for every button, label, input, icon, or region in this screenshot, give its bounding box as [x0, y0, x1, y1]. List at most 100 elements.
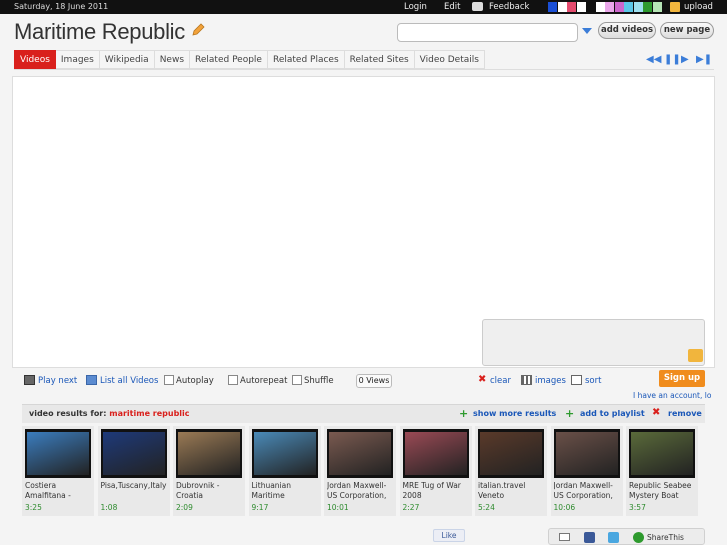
account-link[interactable]: I have an account, lo [633, 391, 727, 400]
images-icon[interactable] [521, 375, 532, 385]
color-swatch[interactable] [633, 2, 643, 12]
clear-icon[interactable]: ✖ [478, 374, 486, 385]
color-swatch[interactable] [557, 2, 567, 12]
upload-icon [670, 2, 680, 12]
tab-divider [14, 69, 714, 70]
feedback-icon [472, 2, 483, 11]
video-result[interactable]: Pisa,Tuscany,Italy 1:08 [97, 426, 170, 516]
sharethis-label[interactable]: ShareThis [647, 533, 684, 542]
color-swatch[interactable] [576, 2, 586, 12]
video-result[interactable]: Dubrovnik - Croatia 2:09 [173, 426, 245, 516]
color-swatch[interactable] [548, 2, 557, 12]
video-title[interactable]: Dubrovnik - Croatia [176, 481, 244, 501]
play-next-icon[interactable] [24, 375, 35, 385]
show-more-results-link[interactable]: show more results [473, 409, 556, 418]
color-swatch[interactable] [605, 2, 614, 12]
video-duration: 10:01 [327, 503, 349, 512]
twitter-icon[interactable] [608, 532, 619, 543]
autoplay-label: Autoplay [176, 376, 214, 386]
video-title[interactable]: Jordan Maxwell- US Corporation, [327, 481, 395, 501]
clear-link[interactable]: clear [490, 376, 511, 386]
plus-icon[interactable]: + [565, 407, 574, 420]
video-title[interactable]: Jordan Maxwell- US Corporation, [554, 481, 622, 501]
video-title[interactable]: Costiera Amalfitana - [25, 481, 93, 501]
tab-wikipedia[interactable]: Wikipedia [99, 50, 155, 69]
video-thumbnail[interactable] [402, 429, 469, 478]
forward-icon[interactable]: ▶❚ [696, 54, 712, 65]
facebook-icon[interactable] [584, 532, 595, 543]
list-icon[interactable] [86, 375, 97, 385]
color-swatch[interactable] [652, 2, 662, 12]
video-title[interactable]: Republic Seabee Mystery Boat [629, 481, 697, 501]
video-thumbnail[interactable] [478, 429, 544, 478]
color-swatch[interactable] [595, 2, 605, 12]
share-bar: ShareThis [548, 528, 705, 545]
tab-news[interactable]: News [154, 50, 191, 69]
video-title[interactable]: Pisa,Tuscany,Italy [101, 481, 169, 501]
add-videos-button[interactable]: add videos [598, 22, 656, 39]
login-link[interactable]: Login [404, 2, 427, 12]
video-result[interactable]: Jordan Maxwell- US Corporation, 10:01 [324, 426, 396, 516]
play-icon[interactable]: ▶ [681, 54, 689, 65]
views-counter: 0 Views [356, 374, 392, 388]
pause-icon[interactable]: ❚❚ [664, 54, 681, 65]
tab-related-sites[interactable]: Related Sites [344, 50, 415, 69]
sign-up-button[interactable]: Sign up [659, 370, 705, 387]
tab-video-details[interactable]: Video Details [414, 50, 485, 69]
video-duration: 5:24 [478, 503, 495, 512]
video-result[interactable]: italian.travel Veneto 5:24 [475, 426, 547, 516]
video-thumbnail[interactable] [25, 429, 91, 478]
video-thumbnail[interactable] [176, 429, 242, 478]
search-dropdown-icon[interactable] [582, 28, 592, 34]
video-thumbnail[interactable] [553, 429, 620, 478]
video-duration: 3:25 [25, 503, 42, 512]
search-input[interactable] [397, 23, 578, 42]
video-result[interactable]: Costiera Amalfitana - 3:25 [22, 426, 94, 516]
add-to-playlist-link[interactable]: add to playlist [580, 409, 645, 418]
new-page-button[interactable]: new page [660, 22, 714, 39]
shuffle-checkbox[interactable] [292, 375, 302, 385]
sort-icon[interactable] [571, 375, 582, 385]
video-result[interactable]: MRE Tug of War 2008 2:27 [399, 426, 472, 516]
sort-link[interactable]: sort [585, 376, 601, 386]
edit-link[interactable]: Edit [444, 2, 460, 12]
color-swatch[interactable] [614, 2, 624, 12]
sharethis-icon[interactable] [633, 532, 644, 543]
pencil-icon[interactable] [191, 23, 205, 37]
video-title[interactable]: MRE Tug of War 2008 [403, 481, 471, 501]
color-swatch[interactable] [624, 2, 633, 12]
color-swatch[interactable] [643, 2, 652, 12]
video-duration: 10:06 [553, 503, 576, 512]
upload-link[interactable]: upload [684, 2, 713, 12]
autorepeat-checkbox[interactable] [228, 375, 238, 385]
video-result[interactable]: Jordan Maxwell- US Corporation, 10:06 [550, 426, 623, 516]
video-thumbnail[interactable] [629, 429, 695, 478]
color-swatch[interactable] [586, 2, 595, 12]
play-next-link[interactable]: Play next [38, 376, 77, 386]
tab-related-places[interactable]: Related Places [267, 50, 345, 69]
list-all-videos-link[interactable]: List all Videos [100, 376, 158, 386]
tab-related-people[interactable]: Related People [190, 50, 268, 69]
color-swatch[interactable] [567, 2, 576, 12]
thumbnail-image [102, 432, 165, 475]
email-icon[interactable] [559, 533, 570, 541]
video-title[interactable]: Lithuanian Maritime [252, 481, 320, 501]
remove-link[interactable]: remove [668, 409, 702, 418]
images-link[interactable]: images [535, 376, 566, 386]
video-result[interactable]: Republic Seabee Mystery Boat 3:57 [626, 426, 698, 516]
rewind-icon[interactable]: ◀◀ [646, 54, 661, 65]
plus-icon[interactable]: + [459, 407, 468, 420]
feedback-link[interactable]: Feedback [489, 2, 529, 12]
video-result[interactable]: Lithuanian Maritime 9:17 [248, 426, 321, 516]
video-title[interactable]: italian.travel Veneto [478, 481, 546, 501]
chat-icon[interactable] [688, 349, 703, 362]
comment-box[interactable] [482, 319, 705, 366]
facebook-like-button[interactable]: Like [433, 529, 465, 542]
autoplay-checkbox[interactable] [164, 375, 174, 385]
video-thumbnail[interactable] [100, 429, 167, 478]
remove-icon[interactable]: ✖ [652, 407, 660, 418]
video-thumbnail[interactable] [251, 429, 318, 478]
tab-images[interactable]: Images [55, 50, 100, 69]
video-thumbnail[interactable] [327, 429, 393, 478]
tab-videos[interactable]: Videos [14, 50, 56, 69]
